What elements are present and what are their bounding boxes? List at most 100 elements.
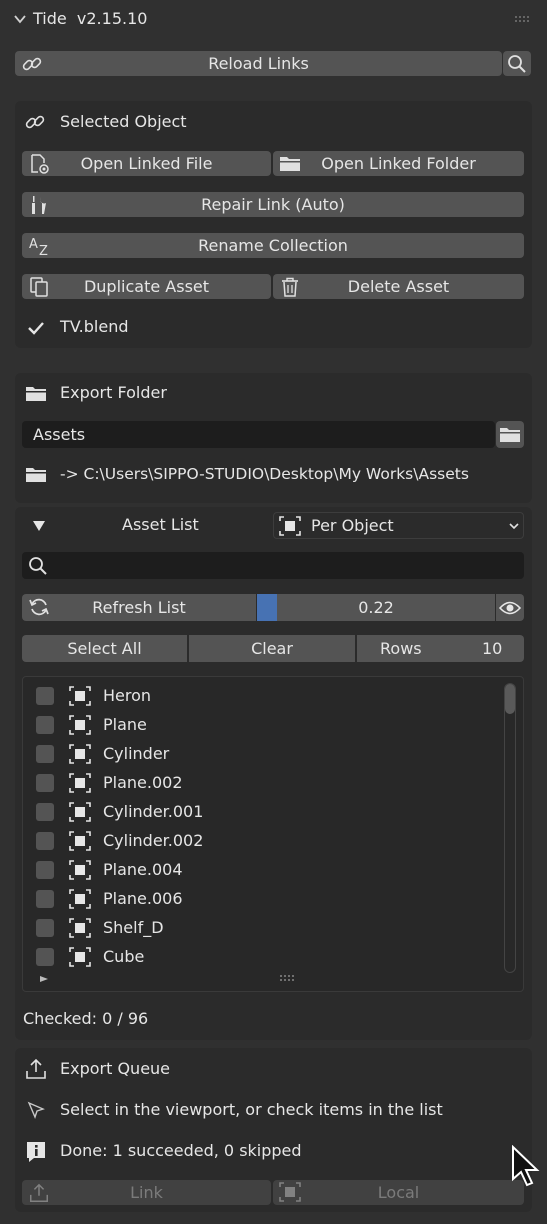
rows-field[interactable]: Rows 10 bbox=[357, 635, 524, 662]
search-icon bbox=[28, 556, 48, 576]
open-file-icon bbox=[28, 153, 50, 174]
object-icon bbox=[69, 802, 91, 822]
item-checkbox[interactable] bbox=[36, 687, 54, 705]
list-item[interactable]: Cube bbox=[24, 943, 494, 972]
list-item[interactable]: Plane.006 bbox=[24, 885, 494, 914]
link-label: Link bbox=[130, 1183, 163, 1202]
folder-icon bbox=[499, 424, 521, 446]
list-item[interactable]: Plane.004 bbox=[24, 856, 494, 885]
linked-file-name: TV.blend bbox=[60, 317, 129, 336]
object-icon bbox=[69, 918, 91, 938]
item-checkbox[interactable] bbox=[36, 803, 54, 821]
threshold-slider[interactable]: 0.22 bbox=[257, 594, 495, 621]
object-icon bbox=[69, 889, 91, 909]
item-checkbox[interactable] bbox=[36, 774, 54, 792]
rename-collection-button[interactable]: AZ Rename Collection bbox=[22, 233, 524, 258]
duplicate-asset-button[interactable]: Duplicate Asset bbox=[22, 274, 271, 299]
visibility-toggle[interactable] bbox=[496, 594, 524, 621]
local-button[interactable]: Local bbox=[273, 1180, 524, 1205]
object-icon bbox=[279, 516, 301, 536]
item-name: Cylinder bbox=[103, 744, 170, 763]
resize-grip-icon[interactable] bbox=[279, 974, 295, 982]
export-queue-title: Export Queue bbox=[60, 1059, 171, 1078]
browse-folder-button[interactable] bbox=[496, 421, 524, 448]
list-item[interactable]: Shelf_D bbox=[24, 914, 494, 943]
export-icon bbox=[28, 1182, 50, 1203]
asset-search-input[interactable] bbox=[22, 552, 524, 579]
checkmark-icon bbox=[27, 320, 45, 336]
chevron-down-icon[interactable] bbox=[13, 12, 27, 26]
link-button[interactable]: Link bbox=[22, 1180, 271, 1205]
list-item[interactable]: Cylinder.001 bbox=[24, 798, 494, 827]
list-item[interactable]: Heron bbox=[24, 682, 494, 711]
object-icon bbox=[69, 947, 91, 967]
triangle-down-icon[interactable] bbox=[32, 520, 46, 532]
item-checkbox[interactable] bbox=[36, 890, 54, 908]
refresh-list-button[interactable]: Refresh List bbox=[22, 594, 256, 621]
list-scrollbar-thumb[interactable] bbox=[505, 684, 515, 714]
list-item[interactable]: Plane.002 bbox=[24, 769, 494, 798]
eye-icon bbox=[499, 600, 521, 616]
triangle-right-icon[interactable] bbox=[39, 975, 49, 983]
object-icon bbox=[69, 860, 91, 880]
item-name: Plane.006 bbox=[103, 889, 183, 908]
svg-text:Z: Z bbox=[39, 244, 48, 257]
select-all-button[interactable]: Select All bbox=[22, 635, 187, 662]
selected-object-panel bbox=[15, 101, 532, 348]
folder-icon bbox=[279, 153, 301, 174]
open-linked-file-button[interactable]: Open Linked File bbox=[22, 151, 271, 176]
clear-button[interactable]: Clear bbox=[189, 635, 355, 662]
rows-value: 10 bbox=[482, 639, 503, 658]
link-icon bbox=[24, 111, 46, 133]
item-checkbox[interactable] bbox=[36, 861, 54, 879]
item-name: Plane.004 bbox=[103, 860, 183, 879]
item-name: Cube bbox=[103, 947, 145, 966]
item-checkbox[interactable] bbox=[36, 716, 54, 734]
list-scrollbar-track[interactable] bbox=[504, 683, 516, 973]
object-icon bbox=[69, 686, 91, 706]
folder-icon bbox=[24, 383, 48, 405]
chevron-down-icon bbox=[508, 520, 520, 532]
list-item[interactable]: Cylinder.002 bbox=[24, 827, 494, 856]
item-checkbox[interactable] bbox=[36, 948, 54, 966]
mode-dropdown[interactable]: Per Object bbox=[273, 512, 524, 539]
clear-label: Clear bbox=[251, 639, 293, 658]
delete-asset-label: Delete Asset bbox=[347, 277, 450, 296]
selected-object-title: Selected Object bbox=[60, 112, 187, 131]
refresh-list-label: Refresh List bbox=[92, 598, 186, 617]
repair-link-button[interactable]: Repair Link (Auto) bbox=[22, 192, 524, 217]
open-linked-folder-label: Open Linked Folder bbox=[321, 154, 476, 173]
delete-asset-button[interactable]: Delete Asset bbox=[273, 274, 524, 299]
object-icon bbox=[279, 1182, 301, 1203]
list-item[interactable]: Cylinder bbox=[24, 740, 494, 769]
sort-alpha-icon: AZ bbox=[28, 235, 50, 257]
item-name: Cylinder.001 bbox=[103, 802, 204, 821]
item-name: Cylinder.002 bbox=[103, 831, 204, 850]
rows-label: Rows bbox=[380, 639, 422, 658]
asset-list-title: Asset List bbox=[122, 515, 199, 534]
search-button[interactable] bbox=[503, 51, 531, 76]
open-linked-folder-button[interactable]: Open Linked Folder bbox=[273, 151, 524, 176]
drag-handle-icon[interactable] bbox=[514, 15, 530, 23]
link-icon bbox=[21, 53, 43, 74]
export-queue-hint: Select in the viewport, or check items i… bbox=[60, 1100, 443, 1119]
item-checkbox[interactable] bbox=[36, 745, 54, 763]
list-item[interactable]: Plane bbox=[24, 711, 494, 740]
refresh-icon bbox=[28, 596, 50, 617]
search-icon bbox=[507, 54, 527, 74]
item-checkbox[interactable] bbox=[36, 832, 54, 850]
reload-links-label: Reload Links bbox=[208, 54, 309, 73]
panel-header[interactable]: Tide v2.15.10 bbox=[0, 0, 547, 40]
local-label: Local bbox=[377, 1183, 420, 1202]
item-checkbox[interactable] bbox=[36, 919, 54, 937]
export-folder-field[interactable]: Assets bbox=[22, 421, 495, 448]
object-icon bbox=[69, 744, 91, 764]
object-icon bbox=[69, 715, 91, 735]
mouse-pointer-icon bbox=[511, 1145, 541, 1187]
select-all-label: Select All bbox=[67, 639, 142, 658]
open-linked-file-label: Open Linked File bbox=[80, 154, 213, 173]
tools-icon bbox=[28, 194, 50, 215]
panel-title: Tide v2.15.10 bbox=[33, 9, 148, 28]
object-icon bbox=[69, 773, 91, 793]
reload-links-button[interactable]: Reload Links bbox=[15, 51, 502, 76]
